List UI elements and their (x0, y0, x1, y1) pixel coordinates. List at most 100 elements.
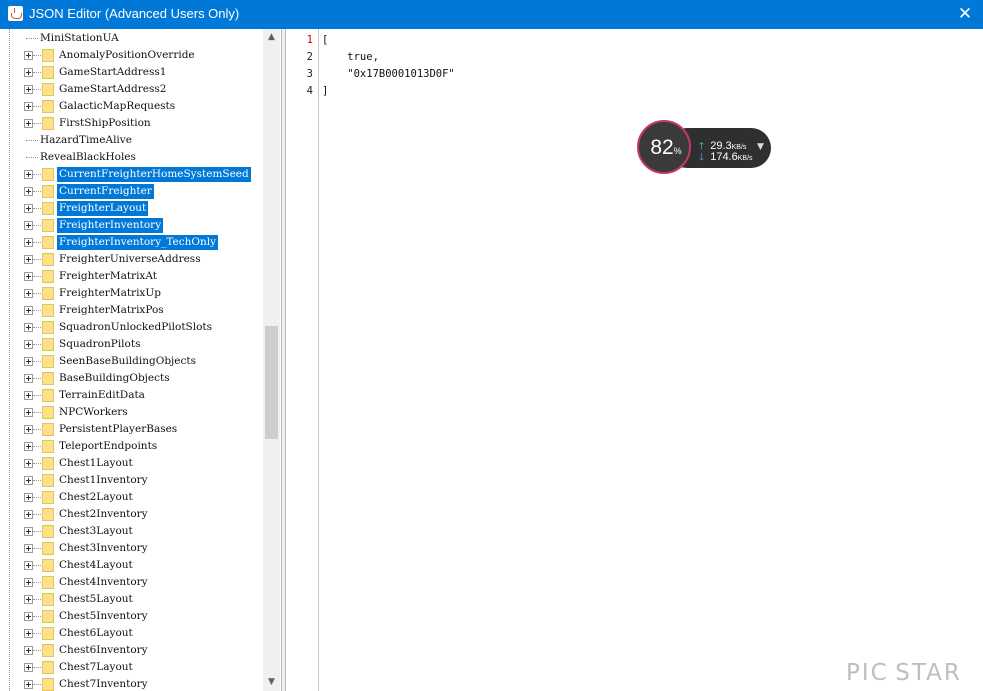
tree-item-label: BaseBuildingObjects (59, 372, 170, 384)
expand-icon[interactable] (24, 391, 33, 400)
scroll-thumb[interactable] (265, 326, 278, 439)
tree-item[interactable]: FirstShipPosition (0, 115, 264, 132)
code-line[interactable]: true, (322, 51, 379, 63)
tree-item[interactable]: SquadronPilots (0, 336, 264, 353)
tree-item[interactable]: Chest6Layout (0, 625, 264, 642)
tree-item[interactable]: FreighterLayout (0, 200, 264, 217)
tree-item[interactable]: GalacticMapRequests (0, 98, 264, 115)
scroll-down-icon[interactable]: ▼ (263, 674, 280, 691)
expand-icon[interactable] (24, 51, 33, 60)
tree-item[interactable]: BaseBuildingObjects (0, 370, 264, 387)
folder-icon (42, 678, 54, 691)
line-number: 2 (306, 51, 313, 63)
expand-icon[interactable] (24, 578, 33, 587)
tree-item[interactable]: Chest1Inventory (0, 472, 264, 489)
expand-icon[interactable] (24, 561, 33, 570)
scroll-up-icon[interactable]: ▲ (263, 29, 280, 46)
expand-icon[interactable] (24, 374, 33, 383)
tree-item[interactable]: Chest1Layout (0, 455, 264, 472)
tree-item[interactable]: Chest5Inventory (0, 608, 264, 625)
expand-icon[interactable] (24, 476, 33, 485)
expand-icon[interactable] (24, 612, 33, 621)
tree-item[interactable]: AnomalyPositionOverride (0, 47, 264, 64)
expand-icon[interactable] (24, 425, 33, 434)
tree-item[interactable]: Chest7Layout (0, 659, 264, 676)
tree-item[interactable]: Chest2Layout (0, 489, 264, 506)
tree-item[interactable]: FreighterMatrixUp (0, 285, 264, 302)
expand-icon[interactable] (24, 544, 33, 553)
tree-item[interactable]: HazardTimeAlive (0, 132, 264, 149)
expand-icon[interactable] (24, 629, 33, 638)
tree-item[interactable]: TerrainEditData (0, 387, 264, 404)
expand-icon[interactable] (24, 595, 33, 604)
close-icon[interactable]: ✕ (955, 4, 975, 24)
tree-item[interactable]: Chest5Layout (0, 591, 264, 608)
expand-icon[interactable] (24, 221, 33, 230)
tree-item[interactable]: FreighterMatrixPos (0, 302, 264, 319)
expand-icon[interactable] (24, 255, 33, 264)
code-line[interactable]: ] (322, 85, 328, 97)
expand-icon[interactable] (24, 204, 33, 213)
tree-item[interactable]: Chest2Inventory (0, 506, 264, 523)
expand-icon[interactable] (24, 357, 33, 366)
expand-icon[interactable] (24, 187, 33, 196)
tree-item[interactable]: FreighterMatrixAt (0, 268, 264, 285)
expand-icon[interactable] (24, 646, 33, 655)
network-monitor-widget[interactable]: 🡑 29.3KB/s 🡓 174.6KB/s ▼ 82% (637, 120, 771, 178)
vertical-scrollbar[interactable]: ▲ ▼ (263, 29, 280, 691)
tree-item[interactable]: SquadronUnlockedPilotSlots (0, 319, 264, 336)
tree-item-label: Chest7Inventory (59, 678, 148, 690)
expand-icon[interactable] (24, 272, 33, 281)
expand-icon[interactable] (24, 527, 33, 536)
tree-connector (33, 514, 41, 515)
tree-item[interactable]: Chest6Inventory (0, 642, 264, 659)
tree-item[interactable]: Chest4Layout (0, 557, 264, 574)
expand-icon[interactable] (24, 459, 33, 468)
expand-icon[interactable] (24, 306, 33, 315)
expand-icon[interactable] (24, 663, 33, 672)
json-editor[interactable]: 1234 [ true, "0x17B0001013D0F"] 🡑 29.3KB/… (285, 29, 983, 691)
tree-item[interactable]: GameStartAddress2 (0, 81, 264, 98)
expand-icon[interactable] (24, 238, 33, 247)
tree-item[interactable]: Chest3Inventory (0, 540, 264, 557)
expand-icon[interactable] (24, 340, 33, 349)
expand-icon[interactable] (24, 85, 33, 94)
tree-item[interactable]: FreighterInventory (0, 217, 264, 234)
tree-item[interactable]: CurrentFreighterHomeSystemSeed (0, 166, 264, 183)
expand-icon[interactable] (24, 289, 33, 298)
folder-icon (42, 423, 54, 436)
tree-item[interactable]: Chest3Layout (0, 523, 264, 540)
code-line[interactable]: "0x17B0001013D0F" (322, 68, 454, 80)
folder-icon (42, 168, 54, 181)
tree-item[interactable]: CurrentFreighter (0, 183, 264, 200)
expand-icon[interactable] (24, 102, 33, 111)
code-line[interactable]: [ (322, 34, 328, 46)
tree-item[interactable]: Chest4Inventory (0, 574, 264, 591)
tree-item[interactable]: RevealBlackHoles (0, 149, 264, 166)
tree-item[interactable]: PersistentPlayerBases (0, 421, 264, 438)
expand-icon[interactable] (24, 170, 33, 179)
expand-icon[interactable] (24, 493, 33, 502)
tree-item[interactable]: Chest7Inventory (0, 676, 264, 691)
tree-item[interactable]: FreighterUniverseAddress (0, 251, 264, 268)
line-number: 4 (306, 85, 313, 97)
tree-item[interactable]: TeleportEndpoints (0, 438, 264, 455)
expand-icon[interactable] (24, 119, 33, 128)
tree-item[interactable]: NPCWorkers (0, 404, 264, 421)
chevron-down-icon[interactable]: ▼ (757, 142, 764, 152)
expand-icon[interactable] (24, 323, 33, 332)
tree-item[interactable]: MiniStationUA (0, 30, 264, 47)
expand-icon[interactable] (24, 680, 33, 689)
expand-icon[interactable] (24, 442, 33, 451)
tree-item[interactable]: SeenBaseBuildingObjects (0, 353, 264, 370)
folder-icon (42, 440, 54, 453)
tree-item-label: AnomalyPositionOverride (59, 49, 195, 61)
tree-item-label: Chest3Layout (59, 525, 133, 537)
expand-icon[interactable] (24, 510, 33, 519)
tree-item[interactable]: FreighterInventory_TechOnly (0, 234, 264, 251)
folder-icon (42, 66, 54, 79)
expand-icon[interactable] (24, 68, 33, 77)
tree-item[interactable]: GameStartAddress1 (0, 64, 264, 81)
tree-item-label: CurrentFreighter (57, 184, 154, 199)
expand-icon[interactable] (24, 408, 33, 417)
